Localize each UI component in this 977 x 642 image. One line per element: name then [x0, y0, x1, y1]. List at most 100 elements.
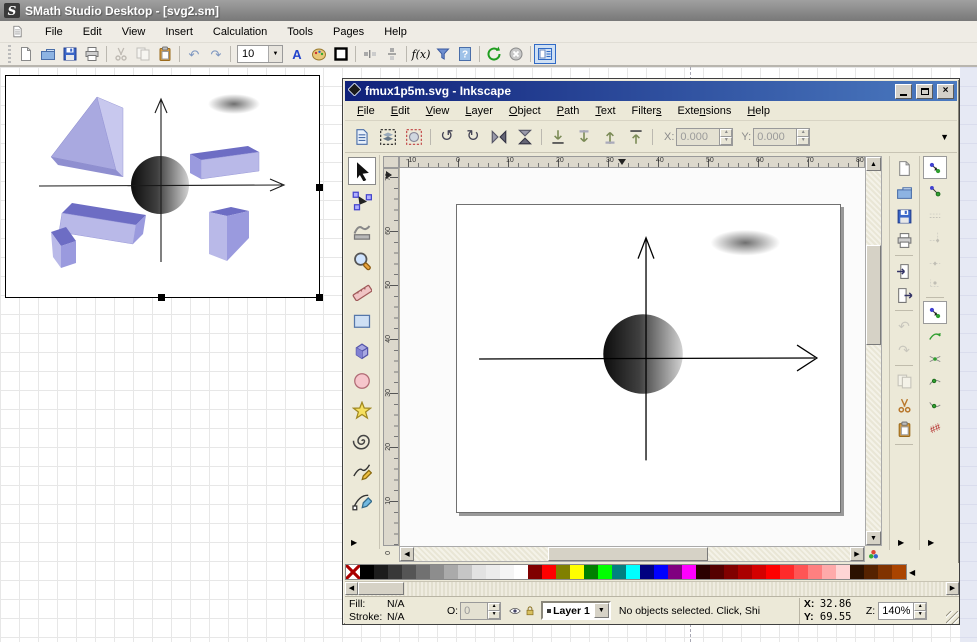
cut-button[interactable] — [110, 44, 132, 64]
interrupt-button[interactable] — [505, 44, 527, 64]
horizontal-scrollbar[interactable]: ◀ ▶ — [399, 546, 865, 562]
opacity-spinner[interactable]: ▲▼ — [487, 603, 500, 619]
smath-menu-tools[interactable]: Tools — [278, 23, 322, 41]
color-managed-view-icon[interactable] — [866, 547, 881, 561]
layer-dropdown-icon[interactable]: ▼ — [594, 603, 609, 618]
palette-swatch[interactable] — [682, 565, 696, 579]
ellipse-tool[interactable] — [348, 367, 376, 395]
fill-stroke-indicator[interactable]: Fill: N/A Stroke: N/A — [345, 598, 421, 624]
horizontal-ruler[interactable]: -1001020304050607080 — [399, 156, 865, 168]
palette-swatch[interactable] — [794, 565, 808, 579]
palette-swatch[interactable] — [892, 565, 906, 579]
save-button[interactable] — [59, 44, 81, 64]
spiral-tool[interactable] — [348, 427, 376, 455]
palette-swatch[interactable] — [570, 565, 584, 579]
inkscape-menu-path[interactable]: Path — [549, 103, 588, 119]
show-panels-button[interactable] — [534, 44, 556, 64]
filter-button[interactable] — [432, 44, 454, 64]
palette-swatch[interactable] — [626, 565, 640, 579]
snap-overflow-icon[interactable]: ▶ — [920, 538, 934, 547]
palette-swatch[interactable] — [598, 565, 612, 579]
layer-selector[interactable]: Layer 1 ▼ — [541, 601, 611, 620]
palette-swatch[interactable] — [668, 565, 682, 579]
smath-menu-help[interactable]: Help — [375, 23, 416, 41]
reference-button[interactable]: ? — [454, 44, 476, 64]
smath-titlebar[interactable]: S SMath Studio Desktop - [svg2.sm] — [0, 0, 977, 21]
palette-swatch[interactable] — [850, 565, 864, 579]
palette-scroll-thumb[interactable] — [358, 582, 404, 595]
resize-grip[interactable] — [946, 611, 959, 624]
new-button[interactable] — [892, 156, 916, 180]
rectangle-tool[interactable] — [348, 307, 376, 335]
palette-swatch[interactable] — [500, 565, 514, 579]
inkscape-menu-text[interactable]: Text — [587, 103, 623, 119]
undo-button[interactable]: ↶ — [183, 44, 205, 64]
function-button[interactable]: f(x) — [410, 44, 432, 64]
pen-tool[interactable] — [348, 487, 376, 515]
minimize-button[interactable] — [895, 84, 912, 99]
snap-bbox-corners-button[interactable] — [923, 225, 947, 248]
palette-swatch[interactable] — [584, 565, 598, 579]
rotate-cw-button[interactable]: ↻ — [460, 124, 486, 150]
palette-swatch[interactable] — [808, 565, 822, 579]
smath-menu-edit[interactable]: Edit — [74, 23, 111, 41]
box-3d-tool[interactable] — [348, 337, 376, 365]
selection-handle-corner[interactable] — [316, 294, 323, 301]
copy-button[interactable] — [132, 44, 154, 64]
palette-scroll-right-button[interactable]: ▶ — [946, 582, 959, 595]
palette-swatch[interactable] — [822, 565, 836, 579]
document-icon[interactable] — [6, 22, 28, 42]
palette-swatch[interactable] — [724, 565, 738, 579]
hscroll-thumb[interactable] — [548, 547, 708, 561]
deselect-button[interactable] — [401, 124, 427, 150]
smath-embedded-image[interactable] — [5, 75, 320, 298]
vertical-scrollbar[interactable]: ▲ ▼ — [865, 156, 882, 546]
palette-swatch[interactable] — [514, 565, 528, 579]
toolbox-overflow-icon[interactable]: ▶ — [345, 538, 357, 547]
palette-swatch[interactable] — [710, 565, 724, 579]
undo-button[interactable]: ↶ — [892, 314, 916, 338]
flip-horizontal-button[interactable] — [486, 124, 512, 150]
vertical-ruler[interactable]: 706050403020100 — [383, 168, 399, 546]
selector-tool[interactable] — [348, 157, 376, 185]
palette-swatch[interactable] — [360, 565, 374, 579]
inkscape-menu-filters[interactable]: Filters — [624, 103, 670, 119]
toolbar-overflow-icon[interactable]: ▼ — [940, 132, 953, 142]
measure-tool[interactable] — [348, 277, 376, 305]
select-all-button[interactable] — [349, 124, 375, 150]
combo-dropdown-icon[interactable]: ▼ — [268, 46, 282, 62]
recalculate-button[interactable] — [483, 44, 505, 64]
smath-menu-pages[interactable]: Pages — [324, 23, 373, 41]
snap-midpoints-button[interactable]: ## — [923, 416, 947, 439]
scroll-down-button[interactable]: ▼ — [866, 531, 881, 545]
palette-swatch[interactable] — [388, 565, 402, 579]
inkscape-canvas[interactable] — [399, 168, 865, 546]
print-button[interactable] — [892, 228, 916, 252]
layer-lock-icon[interactable] — [522, 603, 537, 618]
inkscape-menu-object[interactable]: Object — [501, 103, 549, 119]
snap-bbox-centers-button[interactable] — [923, 271, 947, 294]
snap-bounding-box-button[interactable] — [923, 179, 947, 202]
snap-nodes-button[interactable] — [923, 301, 947, 324]
palette-swatch[interactable] — [780, 565, 794, 579]
flip-vertical-button[interactable] — [512, 124, 538, 150]
raise-button[interactable] — [597, 124, 623, 150]
smath-menu-file[interactable]: File — [36, 23, 72, 41]
smath-menu-insert[interactable]: Insert — [156, 23, 202, 41]
commands-overflow-icon[interactable]: ▶ — [890, 538, 904, 547]
palette-swatch[interactable] — [836, 565, 850, 579]
palette-swatch[interactable] — [402, 565, 416, 579]
inkscape-titlebar[interactable]: fmux1p5m.svg - Inkscape × — [345, 81, 957, 101]
palette-swatch[interactable] — [864, 565, 878, 579]
palette-swatch[interactable] — [528, 565, 542, 579]
vscroll-thumb[interactable] — [866, 245, 881, 345]
lower-to-bottom-button[interactable] — [545, 124, 571, 150]
save-button[interactable] — [892, 204, 916, 228]
palette-swatch-none[interactable] — [346, 565, 360, 579]
print-button[interactable] — [81, 44, 103, 64]
lower-button[interactable] — [571, 124, 597, 150]
align-vertical-button[interactable] — [381, 44, 403, 64]
palette-swatch[interactable] — [654, 565, 668, 579]
smath-menu-view[interactable]: View — [113, 23, 155, 41]
pencil-tool[interactable] — [348, 457, 376, 485]
